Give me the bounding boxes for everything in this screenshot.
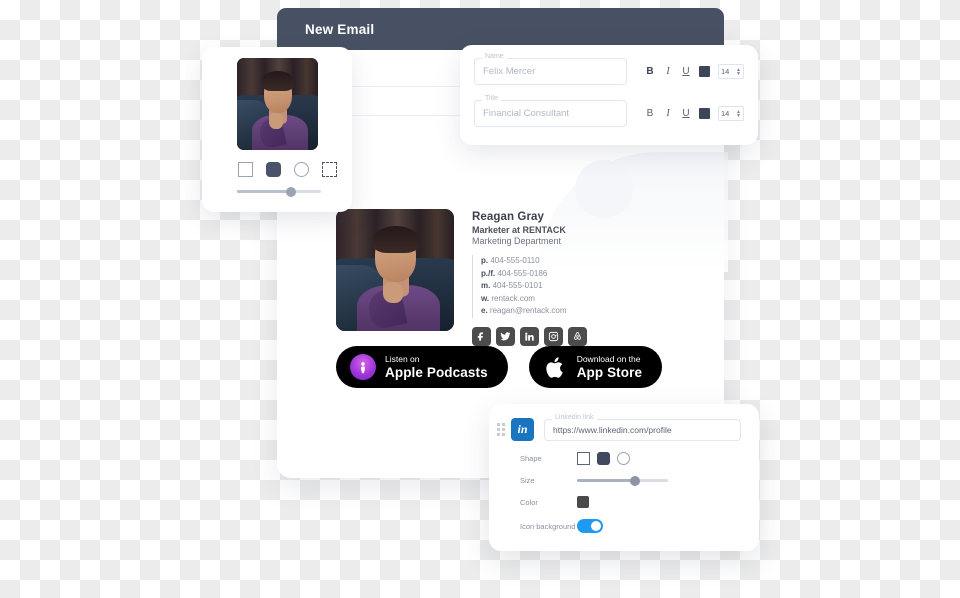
title-toolbar: B I U 14 ▲ ▼ (645, 106, 744, 121)
linkedin-icon: in (511, 418, 534, 441)
contact-mobile: m. 404-555-0101 (481, 281, 543, 291)
color-swatch[interactable] (577, 496, 589, 508)
title-input[interactable]: Financial Consultant (474, 100, 627, 127)
shape-label: Shape (520, 454, 542, 463)
slider-fill (237, 190, 289, 193)
stepper-arrows[interactable]: ▲ ▼ (736, 67, 741, 76)
linkedin-link-row: in https://www.linkedin.com/profile Link… (489, 404, 759, 441)
font-size-value: 14 (721, 109, 730, 118)
linkedin-link-label: Linkedin link (552, 413, 597, 421)
shape-option-rounded[interactable] (266, 162, 281, 177)
profile-thumbnail[interactable] (237, 58, 318, 150)
linkedin-link-input[interactable]: https://www.linkedin.com/profile (544, 418, 741, 441)
store-badges: Listen on Apple Podcasts Download on the… (336, 346, 663, 388)
bold-button[interactable]: B (645, 108, 655, 119)
podcast-icon (350, 354, 376, 380)
icon-background-toggle[interactable] (577, 519, 603, 533)
shape-option-dashed[interactable] (322, 162, 337, 177)
signature-social-links (472, 326, 587, 346)
signature-role: Marketer at RENTACK (472, 225, 566, 235)
contact-phone: p. 404-555-0110 (481, 256, 540, 265)
signature-photo (336, 209, 454, 331)
text-color-swatch[interactable] (699, 66, 710, 77)
text-color-swatch[interactable] (699, 108, 710, 119)
color-label: Color (520, 497, 538, 507)
apple-icon (543, 355, 568, 380)
name-label: Name (482, 53, 507, 60)
italic-button[interactable]: I (663, 108, 673, 119)
name-field[interactable]: Felix Mercer Name (474, 53, 627, 85)
twitter-icon[interactable] (496, 326, 515, 346)
underline-button[interactable]: U (681, 66, 691, 77)
size-row: Size (489, 475, 759, 486)
badge-large-text: Apple Podcasts (385, 365, 488, 380)
badge-small-text: Listen on (385, 354, 420, 364)
slider-thumb[interactable] (630, 475, 640, 486)
title-field-row: Financial Consultant Title B I U 14 ▲ ▼ (474, 95, 744, 127)
image-shape-options (238, 162, 337, 177)
text-fields-card: Felix Mercer Name B I U 14 ▲ ▼ Financial … (460, 45, 758, 145)
signature-contacts: p. 404-555-0110 p./f. 404-555-0186 m. 40… (472, 255, 587, 318)
shape-options (577, 452, 630, 465)
portrait-image (237, 58, 318, 150)
icon-background-row: Icon background (489, 519, 759, 533)
italic-button[interactable]: I (663, 66, 673, 77)
app-store-badge[interactable]: Download on the App Store (528, 346, 663, 388)
font-size-value: 14 (721, 67, 730, 76)
color-row: Color (489, 496, 759, 508)
shape-option-circle[interactable] (617, 452, 630, 465)
signature-name: Reagan Gray (472, 211, 545, 223)
facebook-icon[interactable] (472, 326, 491, 346)
portrait-image (336, 209, 454, 331)
linkedin-settings-panel: in https://www.linkedin.com/profile Link… (489, 404, 759, 551)
bold-button[interactable]: B (645, 66, 655, 77)
drag-handle-icon[interactable] (497, 423, 505, 436)
apple-podcasts-badge[interactable]: Listen on Apple Podcasts (336, 346, 508, 388)
title-field[interactable]: Financial Consultant Title (474, 95, 627, 127)
signature-details: Reagan Gray Marketer at RENTACK Marketin… (472, 209, 587, 346)
window-title: New Email (305, 21, 375, 37)
signature-preview: Reagan Gray Marketer at RENTACK Marketin… (336, 209, 587, 346)
instagram-icon[interactable] (544, 326, 563, 346)
image-settings-card (202, 47, 352, 212)
stepper-arrows[interactable]: ▲ ▼ (736, 109, 741, 118)
contact-email: e. reagan@rentack.com (481, 306, 567, 316)
font-size-stepper[interactable]: 14 ▲ ▼ (718, 106, 744, 121)
name-input[interactable]: Felix Mercer (474, 58, 627, 85)
badge-large-text: App Store (576, 365, 643, 380)
icon-background-label: Icon background (520, 521, 576, 531)
contact-phone-fax: p./f. 404-555-0186 (481, 268, 548, 278)
shape-option-rounded[interactable] (597, 452, 610, 465)
app-store-label: Download on the App Store (577, 354, 642, 380)
contact-web: w. rentack.com (481, 293, 535, 303)
shape-option-square[interactable] (238, 162, 253, 177)
linkedin-link-field[interactable]: https://www.linkedin.com/profile Linkedi… (544, 413, 741, 441)
airbnb-icon[interactable] (568, 326, 587, 346)
title-label: Title (482, 95, 501, 102)
apple-podcasts-label: Listen on Apple Podcasts (385, 354, 488, 380)
linkedin-icon[interactable] (520, 326, 539, 346)
size-slider[interactable] (577, 475, 668, 486)
underline-button[interactable]: U (681, 108, 691, 119)
image-size-slider[interactable] (237, 186, 321, 197)
slider-fill (577, 479, 634, 482)
shape-option-circle[interactable] (294, 162, 309, 177)
badge-small-text: Download on the (576, 354, 641, 364)
name-field-row: Felix Mercer Name B I U 14 ▲ ▼ (474, 53, 744, 85)
slider-thumb[interactable] (286, 186, 296, 197)
window-title-bar: New Email (277, 8, 724, 50)
shape-row: Shape (489, 452, 759, 465)
size-label: Size (520, 476, 535, 485)
shape-option-square[interactable] (577, 452, 590, 465)
font-size-stepper[interactable]: 14 ▲ ▼ (718, 64, 744, 79)
signature-department: Marketing Department (472, 236, 562, 246)
name-toolbar: B I U 14 ▲ ▼ (645, 64, 744, 79)
